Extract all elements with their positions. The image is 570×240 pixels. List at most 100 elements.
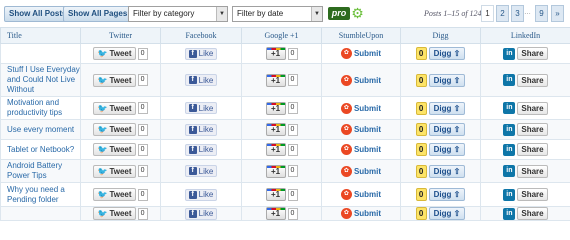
column-header-title[interactable]: Title (0, 27, 81, 44)
page-2-button[interactable]: 2 (496, 5, 509, 22)
tweet-label: Tweet (109, 75, 132, 85)
plus-one-count: 0 (287, 165, 298, 177)
facebook-like-button[interactable]: f Like (184, 165, 218, 177)
facebook-like-button[interactable]: f Like (184, 102, 218, 114)
tweet-label: Tweet (109, 49, 132, 58)
table-row: Use every moment 🐦 Tweet 0 f Like +1 0 ✿ Submit 0 D… (0, 119, 570, 140)
tweet-button[interactable]: 🐦 Tweet (93, 73, 136, 87)
google-plus-one-button[interactable]: +1 (265, 47, 286, 60)
linkedin-share-button[interactable]: in Share (503, 123, 548, 136)
google-plus-one-button[interactable]: +1 (265, 207, 286, 220)
google-plus-cell: +1 0 (241, 63, 322, 97)
digg-button[interactable]: Digg ⇧ (428, 47, 466, 60)
share-label: Share (517, 101, 548, 115)
digg-cell: 0 Digg ⇧ (400, 119, 481, 140)
facebook-cell: f Like (160, 63, 242, 97)
post-title-link[interactable]: Android Battery Power Tips (7, 161, 62, 180)
digg-button[interactable]: Digg ⇧ (428, 73, 466, 87)
stumbleupon-submit-button[interactable]: ✿ Submit (340, 48, 381, 59)
linkedin-cell: in Share (480, 139, 570, 160)
stumbleupon-submit-button[interactable]: ✿ Submit (340, 189, 381, 200)
linkedin-icon: in (503, 123, 516, 136)
post-title-link[interactable]: Stuff I Use Everyday and Could Not Live … (7, 65, 80, 94)
next-page-button[interactable]: » (551, 5, 564, 22)
google-plus-cell: +1 0 (241, 182, 322, 207)
tweet-button[interactable]: 🐦 Tweet (93, 207, 136, 220)
tweet-label: Tweet (109, 190, 132, 199)
facebook-like-button[interactable]: f Like (184, 143, 218, 156)
like-label: Like (198, 75, 214, 85)
post-title-cell: Why you need a Pending folder (0, 182, 81, 207)
google-plus-one-button[interactable]: +1 (265, 101, 286, 115)
stumbleupon-submit-button[interactable]: ✿ Submit (340, 165, 382, 177)
google-plus-one-button[interactable]: +1 (265, 164, 286, 178)
tweet-button[interactable]: 🐦 Tweet (93, 143, 136, 156)
page-9-button[interactable]: 9 (535, 5, 548, 22)
tweet-count: 0 (137, 207, 148, 220)
post-title-link[interactable]: Why you need a Pending folder (7, 185, 65, 204)
linkedin-share-button[interactable]: in Share (503, 188, 548, 201)
tweet-button[interactable]: 🐦 Tweet (93, 188, 136, 201)
share-label: Share (517, 164, 548, 178)
like-label: Like (198, 166, 214, 176)
digg-button[interactable]: Digg ⇧ (428, 123, 466, 136)
digg-button[interactable]: Digg ⇧ (428, 101, 466, 115)
digg-button[interactable]: Digg ⇧ (428, 207, 466, 220)
pro-logo[interactable]: pro (328, 7, 350, 20)
stumbleupon-submit-button[interactable]: ✿ Submit (340, 102, 381, 114)
page-3-button[interactable]: 3 (511, 5, 524, 22)
show-all-posts-button[interactable]: Show All Posts (4, 6, 72, 22)
linkedin-share-button[interactable]: in Share (503, 143, 548, 156)
digg-button[interactable]: Digg ⇧ (428, 164, 466, 178)
stumbleupon-submit-button[interactable]: ✿ Submit (340, 208, 381, 219)
stumbleupon-submit-button[interactable]: ✿ Submit (340, 144, 381, 155)
column-header-facebook: Facebook (160, 27, 242, 44)
digg-cell: 0 Digg ⇧ (400, 43, 481, 64)
post-title-link[interactable]: Tablet or Netbook? (7, 145, 74, 154)
tweet-count: 0 (137, 47, 148, 60)
facebook-cell: f Like (160, 159, 242, 183)
digg-button[interactable]: Digg ⇧ (428, 188, 466, 201)
digg-count: 0 (415, 47, 427, 60)
tweet-button[interactable]: 🐦 Tweet (93, 123, 136, 136)
page-1-button[interactable]: 1 (481, 5, 494, 22)
date-filter-select[interactable]: Filter by date ▼ (232, 6, 323, 22)
tweet-button[interactable]: 🐦 Tweet (93, 47, 136, 60)
stumbleupon-submit-button[interactable]: ✿ Submit (340, 74, 381, 86)
tweet-button[interactable]: 🐦 Tweet (93, 164, 136, 178)
stumbleupon-submit-button[interactable]: ✿ Submit (340, 124, 381, 135)
facebook-like-button[interactable]: f Like (184, 74, 218, 86)
post-title-link[interactable]: Motivation and productivity tips (7, 98, 62, 117)
stumbleupon-cell: ✿ Submit (321, 206, 401, 221)
facebook-icon: f (188, 145, 197, 154)
linkedin-share-button[interactable]: in Share (503, 164, 548, 178)
linkedin-share-button[interactable]: in Share (503, 73, 548, 87)
google-plus-cell: +1 0 (241, 206, 322, 221)
gear-icon[interactable]: ⚙ (351, 6, 364, 20)
digg-button[interactable]: Digg ⇧ (428, 143, 466, 156)
facebook-like-button[interactable]: f Like (184, 47, 218, 60)
tweet-count: 0 (137, 123, 148, 136)
google-plus-one-button[interactable]: +1 (265, 73, 286, 87)
google-plus-one-button[interactable]: +1 (265, 123, 286, 136)
category-filter-select[interactable]: Filter by category ▼ (128, 6, 228, 22)
linkedin-icon: in (503, 165, 516, 177)
tweet-button[interactable]: 🐦 Tweet (93, 101, 136, 115)
linkedin-share-button[interactable]: in Share (503, 207, 548, 220)
twitter-cell: 🐦 Tweet 0 (80, 43, 161, 64)
linkedin-icon: in (503, 207, 516, 220)
facebook-like-button[interactable]: f Like (184, 188, 218, 201)
google-plus-one-button[interactable]: +1 (265, 188, 286, 201)
linkedin-share-button[interactable]: in Share (503, 47, 548, 60)
submit-label: Submit (353, 166, 382, 176)
google-plus-one-button[interactable]: +1 (265, 143, 286, 156)
post-title-link[interactable]: Use every moment (7, 125, 74, 134)
show-all-pages-button[interactable]: Show All Pages (63, 6, 133, 22)
linkedin-share-button[interactable]: in Share (503, 101, 548, 115)
facebook-like-button[interactable]: f Like (184, 207, 218, 220)
column-header-digg: Digg (400, 27, 481, 44)
twitter-bird-icon: 🐦 (97, 190, 108, 199)
digg-count: 0 (415, 207, 427, 220)
facebook-like-button[interactable]: f Like (184, 123, 218, 136)
facebook-cell: f Like (160, 96, 242, 120)
